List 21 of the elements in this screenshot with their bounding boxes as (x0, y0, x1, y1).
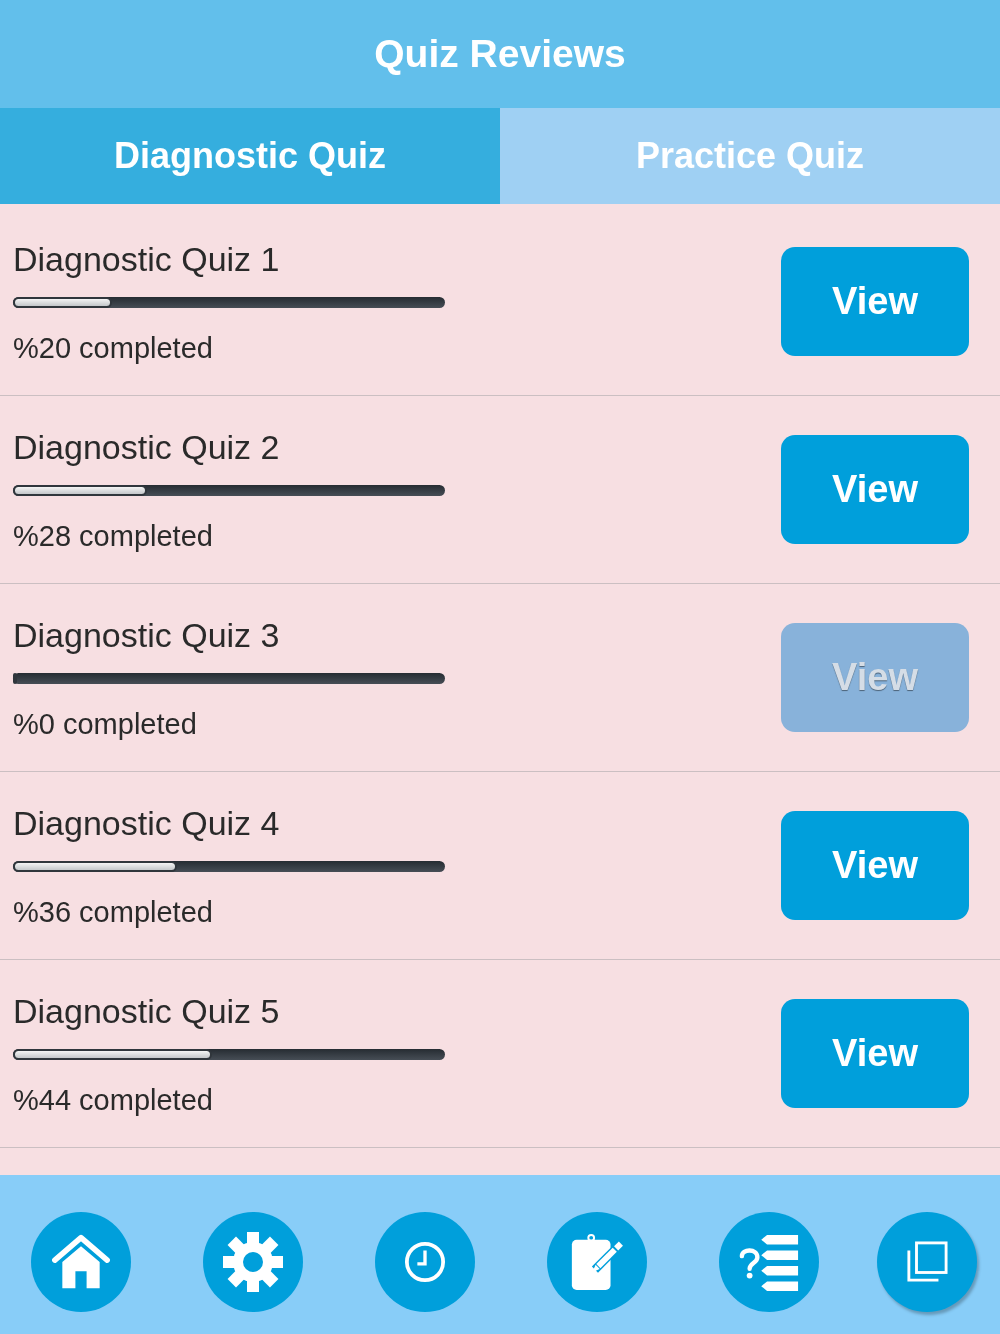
completion-text: %20 completed (13, 330, 214, 365)
completion-text: %0 completed (13, 706, 198, 741)
view-button[interactable]: View (781, 435, 969, 544)
quiz-title: Diagnostic Quiz 5 (13, 990, 281, 1031)
view-button[interactable]: View (781, 247, 969, 356)
quiz-tab[interactable]: Diagnostic Quiz (0, 108, 500, 204)
copy-icon (906, 1241, 948, 1283)
clock-icon (404, 1241, 446, 1283)
quiz-title: Diagnostic Quiz 1 (13, 238, 281, 279)
view-button[interactable]: View (781, 999, 969, 1108)
quiz-title: Diagnostic Quiz 2 (13, 426, 281, 467)
quiz-tab[interactable]: Practice Quiz (500, 108, 1000, 204)
completion-text: %28 completed (13, 518, 214, 553)
home-icon (51, 1234, 111, 1290)
quiz-title: Diagnostic Quiz 3 (13, 614, 281, 655)
page-title: Quiz Reviews (374, 31, 626, 77)
settings-icon (221, 1230, 285, 1294)
completion-text: %36 completed (13, 894, 214, 929)
view-button[interactable]: View (781, 811, 969, 920)
quiz-title: Diagnostic Quiz 4 (13, 802, 281, 843)
completion-text: %44 completed (13, 1082, 214, 1117)
